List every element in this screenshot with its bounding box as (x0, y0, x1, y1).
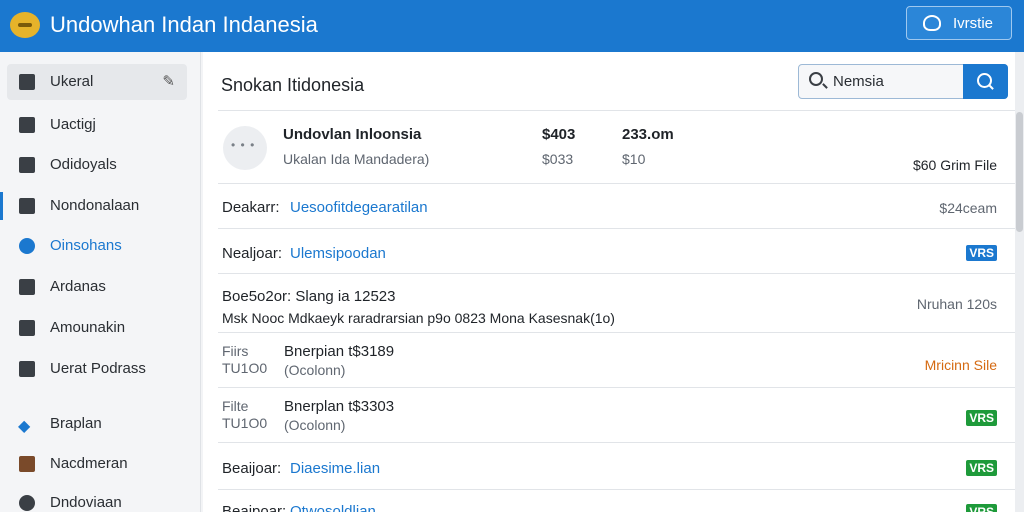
app-title: Undowhan Indan Indanesia (50, 12, 318, 37)
card-icon (19, 320, 35, 336)
avatar (223, 126, 267, 170)
sidebar-item-4[interactable]: Oinsohans (0, 228, 200, 264)
row-title-sub: (Ocolonn) (284, 362, 346, 378)
page-title: Snokan Itidonesia (221, 75, 365, 95)
row-label: Nealjoar: (222, 245, 283, 262)
envelope-icon (19, 279, 35, 295)
top-bar: Undowhan Indan Indanesia Ivrstie (0, 0, 1024, 52)
gear-icon (19, 238, 35, 254)
chat-icon (923, 15, 941, 31)
file-icon (19, 361, 35, 377)
top-action-button[interactable]: Ivrstie (906, 6, 1012, 40)
row-sub: TU1O0 (222, 360, 268, 376)
row-link[interactable]: Uesoofitdegearatilan (290, 199, 428, 216)
item-meta: $60 Grim File (912, 157, 997, 173)
sidebar-item-label: Ardanas (50, 278, 106, 295)
sidebar-item-6[interactable]: Amounakin (0, 310, 200, 346)
search-box (798, 64, 1008, 99)
search-input[interactable] (833, 73, 953, 90)
sidebar-item-label: Uerat Podrass (50, 360, 146, 377)
search-button[interactable] (963, 64, 1008, 99)
table-row[interactable]: Nealjoar: Ulemsipoodan VRS (218, 229, 1015, 273)
pin-icon[interactable]: ✎ (162, 72, 175, 90)
sidebar-item-label: Dndoviaan (50, 494, 122, 511)
sidebar-item-8[interactable]: ◆ Braplan (0, 406, 200, 442)
sidebar-item-1[interactable]: Uactigj (0, 107, 200, 143)
list-item[interactable]: Undovlan Inloonsia Ukalan Ida Mandadera)… (218, 114, 1015, 182)
amount-quaternary: $10 (622, 151, 646, 167)
amount-primary: $403 (542, 126, 576, 143)
table-row[interactable]: Boe5o2or: Slang ia 12523 Msk Nooc Mdkaey… (218, 274, 1015, 332)
row-value: $24ceam (939, 200, 997, 216)
row-link[interactable]: Diaesime.lian (290, 460, 380, 477)
document-icon (19, 117, 35, 133)
sidebar-item-label: Amounakin (50, 319, 126, 336)
amount-secondary: $033 (542, 151, 574, 167)
scrollbar[interactable] (1015, 52, 1024, 512)
sidebar-item-label: Uactigj (50, 116, 96, 133)
item-subtitle: Ukalan Ida Mandadera) (283, 151, 430, 167)
row-label: Filte (222, 398, 249, 414)
sidebar-item-label: Ukeral (50, 73, 94, 90)
row-label: Fiirs (222, 343, 249, 359)
row-link[interactable]: Otwosoldlian (290, 503, 376, 512)
sidebar-item-2[interactable]: Odidoyals (0, 147, 200, 183)
amount-tertiary: 233.om (622, 126, 674, 143)
item-name: Undovlan Inloonsia (283, 126, 422, 143)
sidebar-item-label: Nondonalaan (50, 197, 140, 214)
table-row[interactable]: Fiirs TU1O0 Bnerpian t$3189 (Ocolonn) Mr… (218, 333, 1015, 387)
table-row[interactable]: Beaipoar: Otwosoldlian VRS (218, 490, 1015, 512)
sidebar-item-label: Nacdmeran (50, 455, 128, 472)
divider (218, 110, 1015, 111)
row-sub: TU1O0 (222, 415, 268, 431)
status-badge: VRS (966, 245, 997, 261)
sidebar-item-5[interactable]: Ardanas (0, 269, 200, 305)
status-badge: VRS (966, 504, 997, 512)
table-row[interactable]: Deakarr: Uesoofitdegearatilan $24ceam (218, 184, 1015, 228)
app-logo-icon (10, 12, 40, 38)
search-icon (809, 72, 823, 86)
settings-icon (19, 495, 35, 511)
row-label: Boe5o2or: Slang ia 12523 (222, 288, 396, 305)
row-status: Mricinn Sile (924, 357, 997, 373)
sidebar-item-10[interactable]: Dndoviaan (0, 485, 200, 512)
sidebar-item-label: Braplan (50, 415, 102, 432)
mail-icon (19, 198, 35, 214)
status-badge: VRS (966, 410, 997, 426)
row-link[interactable]: Ulemsipoodan (290, 245, 386, 262)
row-detail: Msk Nooc Mdkaeyk raradrarsian p9o 0823 M… (222, 310, 615, 326)
top-action-label: Ivrstie (953, 15, 994, 32)
sidebar-item-7[interactable]: Uerat Podrass (0, 351, 200, 387)
sidebar-item-0[interactable]: Ukeral ✎ (7, 64, 187, 100)
row-label: Beaipoar: (222, 503, 287, 512)
scrollbar-thumb[interactable] (1016, 112, 1023, 232)
row-title-sub: (Ocolonn) (284, 417, 346, 433)
main-panel: Snokan Itidonesia Undovlan Inloonsia Uka… (203, 52, 1015, 512)
table-row[interactable]: Filte TU1O0 Bnerplan t$3303 (Ocolonn) VR… (218, 388, 1015, 442)
package-icon (19, 456, 35, 472)
row-label: Beaijoar: (222, 460, 282, 477)
sidebar-item-label: Oinsohans (50, 237, 122, 254)
sidebar-item-label: Odidoyals (50, 156, 117, 173)
folder-icon (19, 74, 35, 90)
tag-icon: ◆ (18, 418, 31, 435)
table-row[interactable]: Beaijoar: Diaesime.lian VRS (218, 443, 1015, 487)
sidebar: Ukeral ✎ Uactigj Odidoyals Nondonalaan O… (0, 52, 201, 512)
row-title: Bnerpian t$3189 (284, 343, 395, 360)
status-badge: VRS (966, 460, 997, 476)
row-label: Deakarr: (222, 199, 280, 216)
row-value: Nruhan 120s (916, 296, 997, 312)
image-icon (19, 157, 35, 173)
row-title: Bnerplan t$3303 (284, 398, 395, 415)
sidebar-item-3[interactable]: Nondonalaan (0, 188, 200, 224)
sidebar-item-9[interactable]: Nacdmeran (0, 446, 200, 482)
